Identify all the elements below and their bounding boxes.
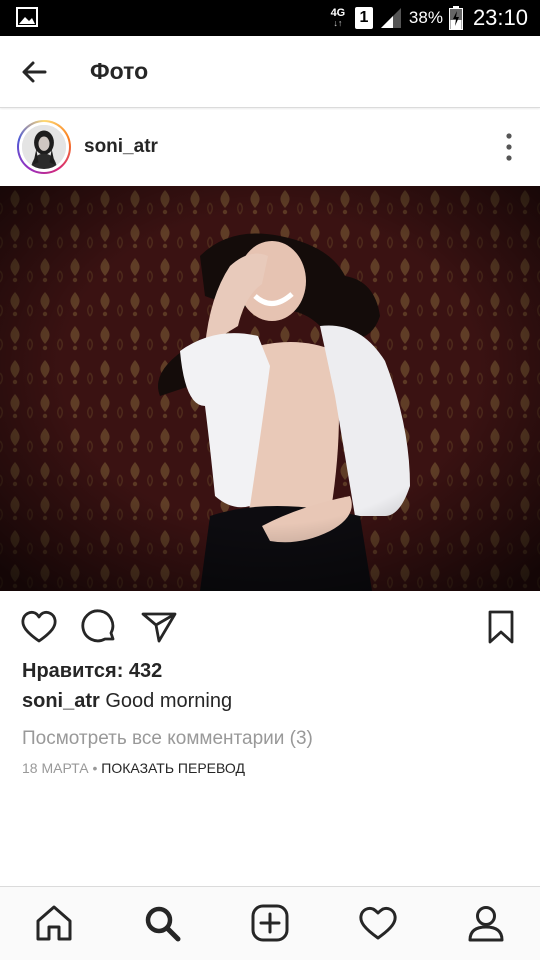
- more-vertical-icon[interactable]: [502, 132, 516, 162]
- bookmark-outline-icon[interactable]: [482, 608, 520, 646]
- show-translation-link[interactable]: ПОКАЗАТЬ ПЕРЕВОД: [101, 760, 245, 776]
- bottom-navigation: [0, 886, 540, 960]
- activity-heart-icon[interactable]: [358, 903, 398, 943]
- search-icon[interactable]: [142, 903, 182, 943]
- profile-icon[interactable]: [466, 903, 506, 943]
- post-actions: [0, 600, 540, 652]
- app-header: Фото: [0, 36, 540, 108]
- signal-icon: [380, 8, 401, 28]
- battery-percent: 38%: [408, 8, 443, 27]
- sim-indicator: 1: [354, 7, 373, 29]
- comment-bubble-icon[interactable]: [80, 608, 118, 646]
- caption-text: Good morning: [99, 690, 233, 712]
- gallery-notification-icon: [16, 7, 38, 27]
- post-username[interactable]: soni_atr: [84, 136, 158, 158]
- page-title: Фото: [90, 58, 149, 84]
- post-photo[interactable]: [0, 186, 540, 591]
- avatar-image: [22, 125, 66, 169]
- heart-outline-icon[interactable]: [20, 608, 58, 646]
- photo-illustration: [0, 186, 540, 591]
- avatar[interactable]: [17, 120, 71, 174]
- battery-charging-icon: [448, 6, 463, 30]
- post-caption: soni_atr Good morning: [22, 690, 232, 713]
- post-date: 18 МАРТА: [22, 760, 89, 776]
- add-post-icon[interactable]: [250, 903, 290, 943]
- post-header: soni_atr: [0, 110, 540, 186]
- status-bar: 4G ↓↑ 1 38% 23:10: [0, 0, 540, 36]
- view-comments-link[interactable]: Посмотреть все комментарии (3): [22, 728, 313, 750]
- clock: 23:10: [472, 5, 528, 30]
- home-icon[interactable]: [34, 903, 74, 943]
- caption-username[interactable]: soni_atr: [22, 690, 100, 712]
- network-indicator: 4G ↓↑: [330, 7, 346, 29]
- arrow-left-icon[interactable]: [18, 56, 50, 88]
- post-meta: 18 МАРТА • ПОКАЗАТЬ ПЕРЕВОД: [22, 760, 245, 776]
- send-paper-plane-icon[interactable]: [140, 608, 178, 646]
- meta-separator: •: [88, 760, 102, 776]
- likes-count[interactable]: Нравится: 432: [22, 660, 162, 683]
